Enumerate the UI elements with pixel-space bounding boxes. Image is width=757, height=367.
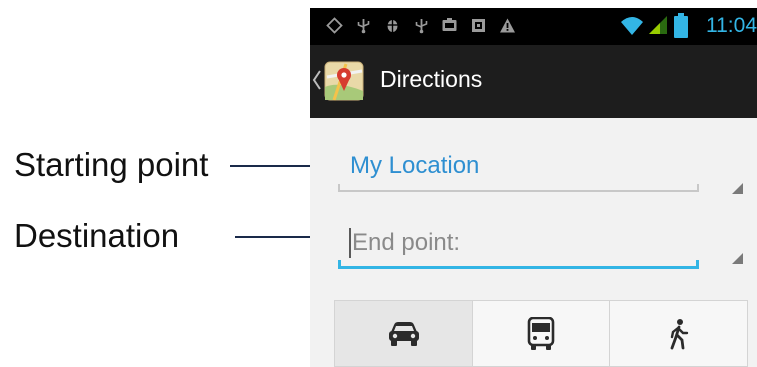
sim-icon xyxy=(472,19,485,32)
start-point-value[interactable]: My Location xyxy=(350,152,479,181)
travel-mode-selector xyxy=(334,300,748,367)
end-point-field[interactable] xyxy=(338,221,699,269)
media-icon xyxy=(442,18,457,31)
end-field-underline xyxy=(338,260,699,269)
warning-icon xyxy=(500,18,515,33)
battery-icon xyxy=(674,13,688,38)
status-time: 11:04 xyxy=(706,14,757,37)
figure: Starting point Destination 11:04 Directi… xyxy=(0,0,757,367)
wifi-icon xyxy=(621,17,643,35)
notification-icon xyxy=(326,17,343,34)
end-point-input[interactable] xyxy=(348,225,692,261)
usb-icon xyxy=(357,19,370,34)
mode-driving-button[interactable] xyxy=(335,301,473,366)
starting-point-annotation: Starting point xyxy=(14,146,209,183)
signal-icon xyxy=(649,16,667,34)
destination-annotation: Destination xyxy=(14,217,180,254)
action-bar: Directions xyxy=(310,45,757,118)
action-bar-title: Directions xyxy=(380,66,483,92)
mode-walking-button[interactable] xyxy=(610,301,747,366)
maps-app-icon[interactable] xyxy=(324,61,364,101)
car-icon xyxy=(388,321,419,346)
bus-icon xyxy=(527,316,555,350)
start-point-field[interactable]: My Location xyxy=(338,150,699,192)
phone-screen: 11:04 Directions My Location xyxy=(310,8,757,367)
usb-icon xyxy=(415,19,428,34)
mode-transit-button[interactable] xyxy=(473,301,610,366)
start-field-underline xyxy=(338,184,699,192)
directions-form: My Location xyxy=(310,118,757,367)
start-spinner-indicator-icon[interactable] xyxy=(732,183,743,194)
status-bar: 11:04 xyxy=(310,8,757,45)
back-chevron-icon[interactable] xyxy=(312,69,322,91)
end-spinner-indicator-icon[interactable] xyxy=(732,253,743,264)
text-cursor xyxy=(349,228,351,258)
walk-icon xyxy=(670,318,688,349)
android-debug-icon xyxy=(386,20,399,32)
